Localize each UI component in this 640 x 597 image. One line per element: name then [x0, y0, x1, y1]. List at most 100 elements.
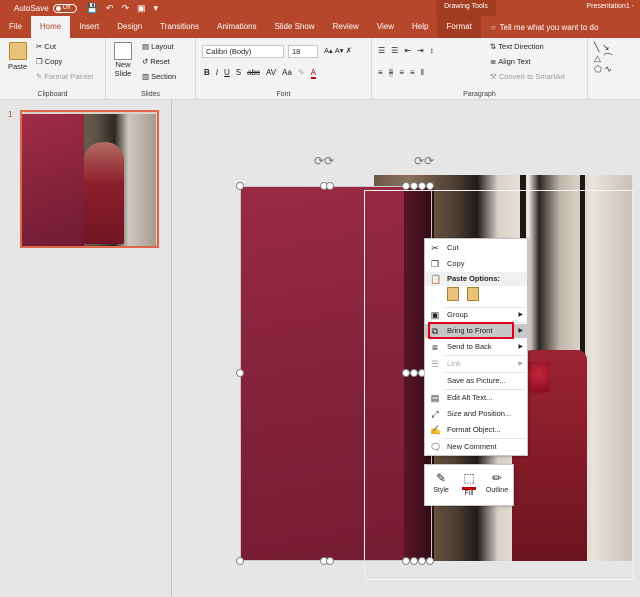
- style-button[interactable]: ✎ Style: [427, 469, 455, 494]
- menu-item-format-object[interactable]: ✍ Format Object...: [425, 423, 527, 437]
- increase-indent-icon[interactable]: ⇥: [417, 46, 424, 55]
- format-painter-button[interactable]: ✎ Format Painter: [36, 72, 94, 81]
- menu-item-group[interactable]: ▣ Group ▶: [425, 308, 527, 322]
- start-from-beginning-icon[interactable]: ▣: [137, 3, 146, 14]
- align-center-icon[interactable]: ≡: [388, 68, 394, 77]
- resize-handle-icon[interactable]: [410, 369, 418, 377]
- resize-handle-icon[interactable]: [236, 182, 244, 190]
- tab-slide-show[interactable]: Slide Show: [266, 16, 324, 38]
- resize-handle-icon[interactable]: [410, 557, 418, 565]
- menu-item-cut[interactable]: ✂ Cut: [425, 241, 527, 255]
- highlight-icon[interactable]: ✎: [298, 68, 305, 79]
- resize-handle-icon[interactable]: [402, 557, 410, 565]
- align-right-icon[interactable]: ≡: [399, 68, 404, 77]
- tell-me-search[interactable]: ○ Tell me what you want to do: [481, 16, 599, 38]
- convert-smartart-button[interactable]: ⚒ Convert to SmartArt: [490, 72, 565, 81]
- tab-file[interactable]: File: [0, 16, 31, 38]
- numbering-icon[interactable]: ☰: [391, 46, 398, 55]
- clipboard-group: Paste ✂ Cut ❐ Copy ✎ Format Painter Clipboa…: [0, 38, 106, 100]
- menu-item-label: Cut: [447, 243, 459, 252]
- slides-group: New Slide ▤ Layout ↺ Reset ▥ Section Slides: [106, 38, 196, 100]
- paste-use-destination-theme-icon[interactable]: [447, 287, 459, 301]
- text-direction-button[interactable]: ⇅ Text Direction: [490, 42, 544, 51]
- copy-icon: ❐: [36, 57, 43, 66]
- autosave-toggle[interactable]: Off: [52, 3, 77, 13]
- paste-button[interactable]: Paste: [8, 42, 27, 71]
- menu-item-send-to-back[interactable]: ⧈ Send to Back ▶: [425, 340, 527, 354]
- tab-view[interactable]: View: [368, 16, 403, 38]
- font-size-box[interactable]: 18: [288, 45, 318, 58]
- shadow-icon[interactable]: S: [236, 68, 241, 79]
- tab-animations[interactable]: Animations: [208, 16, 266, 38]
- menu-item-size-position[interactable]: ⤢ Size and Position...: [425, 407, 527, 421]
- tab-insert[interactable]: Insert: [70, 16, 108, 38]
- menu-item-link[interactable]: ☰ Link ▶: [425, 357, 527, 371]
- freeform-shape-icon[interactable]: ∿: [604, 64, 612, 74]
- rotate-handle-icon[interactable]: ⟳⟳: [314, 154, 334, 168]
- heptagon-shape-icon[interactable]: ⬠: [594, 64, 602, 74]
- resize-handle-icon[interactable]: [236, 557, 244, 565]
- rotate-handle-icon[interactable]: ⟳⟳: [414, 154, 434, 168]
- menu-item-new-comment[interactable]: 🗨 New Comment: [425, 440, 527, 454]
- bullets-icon[interactable]: ☰: [378, 46, 385, 55]
- resize-handle-icon[interactable]: [326, 182, 334, 190]
- section-button[interactable]: ▥ Section: [142, 72, 176, 81]
- new-slide-button[interactable]: New Slide: [114, 42, 132, 78]
- arrow-shape-icon[interactable]: ↘: [602, 42, 610, 52]
- columns-icon[interactable]: ‖: [421, 68, 424, 77]
- triangle-shape-icon[interactable]: △: [594, 53, 601, 63]
- change-case-icon[interactable]: Aa: [282, 68, 292, 79]
- tab-home[interactable]: Home: [30, 16, 71, 38]
- cut-label: Cut: [44, 42, 56, 51]
- paste-as-picture-icon[interactable]: [467, 287, 479, 301]
- font-color-icon[interactable]: A: [310, 68, 316, 79]
- bold-icon[interactable]: B: [204, 68, 210, 79]
- curve-shape-icon[interactable]: ⌒: [603, 53, 612, 63]
- menu-item-label: Link: [447, 359, 461, 368]
- redo-icon[interactable]: ↷: [121, 3, 129, 14]
- line-spacing-icon[interactable]: ↕: [430, 46, 434, 55]
- resize-handle-icon[interactable]: [236, 369, 244, 377]
- shapes-gallery[interactable]: ╲ ↘ △ ⌒ ⬠ ∿: [594, 42, 636, 75]
- menu-item-save-as-picture[interactable]: Save as Picture...: [425, 374, 527, 388]
- font-size-buttons[interactable]: A▴ A▾ ✗: [324, 46, 352, 55]
- resize-handle-icon[interactable]: [418, 182, 426, 190]
- save-icon[interactable]: 💾: [87, 3, 98, 14]
- menu-item-edit-alt-text[interactable]: ▤ Edit Alt Text...: [425, 391, 527, 405]
- slide-thumbnail-pane: 1: [0, 100, 172, 597]
- font-name-box[interactable]: Calibri (Body): [202, 45, 284, 58]
- tab-design[interactable]: Design: [108, 16, 151, 38]
- slide-thumbnail[interactable]: [20, 110, 159, 248]
- tab-format[interactable]: Format: [437, 16, 481, 38]
- cut-button[interactable]: ✂ Cut: [36, 42, 56, 51]
- decrease-indent-icon[interactable]: ⇤: [404, 46, 411, 55]
- menu-item-copy[interactable]: ❐ Copy: [425, 257, 527, 271]
- lightbulb-icon: ○: [490, 22, 496, 32]
- tab-review[interactable]: Review: [324, 16, 368, 38]
- justify-icon[interactable]: ≡: [410, 68, 415, 77]
- menu-item-label: Group: [447, 310, 468, 319]
- reset-button[interactable]: ↺ Reset: [142, 57, 170, 66]
- resize-handle-icon[interactable]: [402, 369, 410, 377]
- resize-handle-icon[interactable]: [418, 557, 426, 565]
- tab-help[interactable]: Help: [403, 16, 437, 38]
- resize-handle-icon[interactable]: [402, 182, 410, 190]
- resize-handle-icon[interactable]: [326, 557, 334, 565]
- fill-button[interactable]: ⬚ Fill: [455, 469, 483, 497]
- resize-handle-icon[interactable]: [410, 182, 418, 190]
- outline-button[interactable]: ✏ Outline: [483, 469, 511, 494]
- customize-qat-icon[interactable]: ▾: [154, 3, 159, 14]
- undo-icon[interactable]: ↶: [106, 3, 114, 14]
- strikethrough-icon[interactable]: abc: [247, 68, 260, 79]
- italic-icon[interactable]: I: [216, 68, 218, 79]
- spacing-icon[interactable]: AV: [266, 68, 276, 79]
- resize-handle-icon[interactable]: [426, 182, 434, 190]
- line-shape-icon[interactable]: ╲: [594, 42, 599, 52]
- layout-button[interactable]: ▤ Layout: [142, 42, 174, 51]
- underline-icon[interactable]: U: [224, 68, 230, 79]
- resize-handle-icon[interactable]: [426, 557, 434, 565]
- align-text-button[interactable]: ≣ Align Text: [490, 57, 531, 66]
- tab-transitions[interactable]: Transitions: [151, 16, 208, 38]
- copy-button[interactable]: ❐ Copy: [36, 57, 62, 66]
- align-left-icon[interactable]: ≡: [378, 68, 383, 77]
